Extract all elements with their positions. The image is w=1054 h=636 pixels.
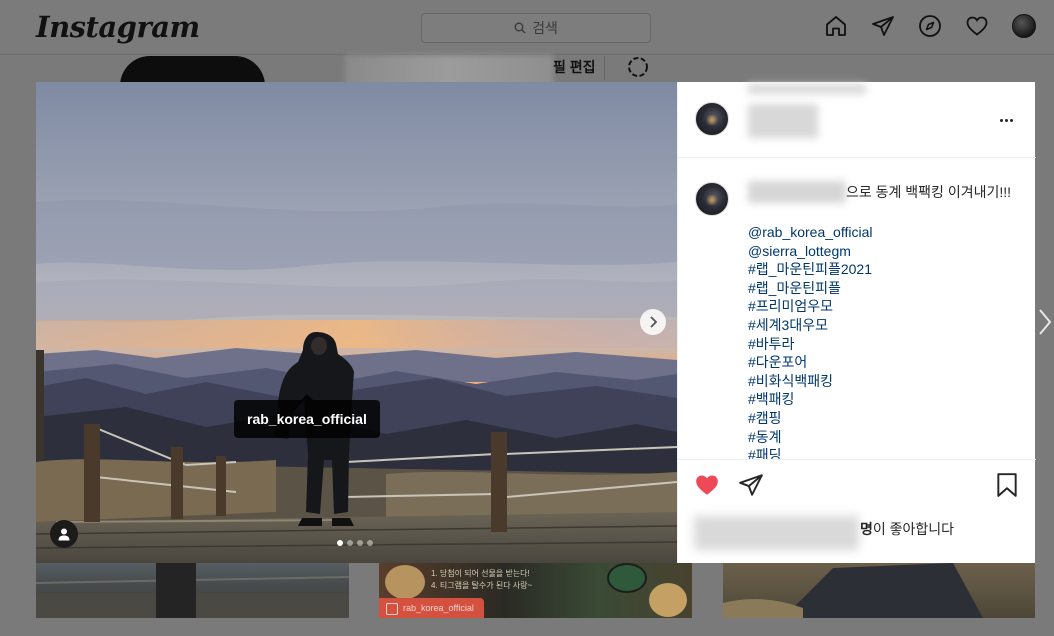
grid-thumbnail-2[interactable]: 1. 당첨이 되어 선물을 받는다! 4. 티그램을 탈수가 된다 사랑~ ra… — [379, 563, 692, 618]
thumbnail-3-image — [723, 563, 983, 618]
caption-text-visible: 으로 동계 백팩킹 이겨내기!!! — [846, 184, 1012, 200]
next-post-arrow-icon[interactable] — [1038, 308, 1052, 336]
caption-hashtag[interactable]: #동계 — [748, 428, 872, 447]
search-input[interactable]: 검색 — [421, 13, 651, 43]
caption-mention[interactable]: @sierra_lottegm — [748, 242, 872, 261]
caption-hashtag[interactable]: #프리미엄우모 — [748, 297, 872, 316]
carousel-next-button[interactable] — [640, 309, 666, 335]
caption-tags: @rab_korea_official @sierra_lottegm #랩_마… — [748, 223, 872, 459]
likes-count-word: 명 — [860, 521, 873, 537]
search-icon — [514, 22, 526, 34]
carousel-dot — [357, 540, 363, 546]
edit-profile-button[interactable]: 필 편집 — [545, 56, 605, 80]
settings-gear-icon[interactable] — [624, 53, 652, 81]
home-icon[interactable] — [824, 14, 848, 38]
top-navigation-bar: Instagram 검색 — [0, 0, 1054, 55]
blurred-username — [748, 82, 866, 142]
carousel-indicator — [337, 540, 373, 546]
like-heart-icon[interactable] — [694, 472, 720, 498]
likes-suffix: 이 좋아합니다 — [872, 521, 955, 537]
more-options-dot — [1010, 118, 1013, 122]
thumbnail-2-decoration — [385, 565, 425, 599]
caption-hashtag[interactable]: #다운포어 — [748, 353, 872, 372]
user-icon — [58, 528, 70, 541]
caption-author-avatar[interactable] — [695, 182, 729, 216]
grid-thumbnail-1[interactable] — [36, 563, 349, 618]
caption-hashtag[interactable]: #비화식백패킹 — [748, 372, 872, 391]
caption-hashtag[interactable]: #세계3대우모 — [748, 316, 872, 335]
blurred-username-part — [748, 104, 818, 138]
post-header — [678, 82, 1036, 158]
bookmark-icon[interactable] — [994, 472, 1020, 498]
grid-thumbnail-3[interactable] — [723, 563, 1035, 618]
post-side-panel: 으로 동계 백팩킹 이겨내기!!! @rab_korea_official @s… — [677, 82, 1036, 563]
tagged-users-button[interactable] — [50, 520, 78, 548]
blurred-username-part — [748, 84, 866, 94]
thumbnail-2-text-line: 1. 당첨이 되어 선물을 받는다! — [431, 569, 530, 578]
instagram-logo[interactable]: Instagram — [36, 10, 200, 44]
thumbnail-1-image — [36, 563, 349, 618]
share-icon[interactable] — [738, 472, 764, 498]
search-placeholder: 검색 — [532, 20, 558, 36]
caption-mention[interactable]: @rab_korea_official — [748, 223, 872, 242]
author-avatar[interactable] — [695, 102, 729, 136]
explore-icon[interactable] — [918, 14, 942, 38]
direct-icon[interactable] — [871, 14, 895, 38]
thumbnail-2-decoration — [649, 583, 687, 617]
caption-hashtag[interactable]: #랩_마운틴피플 — [748, 279, 872, 298]
photo-user-tag[interactable]: rab_korea_official — [234, 394, 380, 438]
caption-hashtag[interactable]: #캠핑 — [748, 409, 872, 428]
chevron-right-icon — [650, 316, 658, 328]
thumbnail-2-text-line: 4. 티그램을 탈수가 된다 사랑~ — [431, 581, 533, 590]
likes-summary[interactable]: 명이 좋아합니다 — [694, 512, 1024, 552]
blurred-liker-names — [694, 516, 859, 550]
photo-scene — [36, 82, 677, 563]
post-actions: 명이 좋아합니다 — [678, 459, 1036, 563]
profile-avatar[interactable] — [1012, 14, 1036, 38]
nav-icons — [824, 14, 1036, 38]
more-options-dot — [1005, 118, 1008, 122]
thumbnail-2-decoration — [607, 563, 647, 593]
caption-hashtag[interactable]: #랩_마운틴피플2021 — [748, 260, 872, 279]
post-caption: 으로 동계 백팩킹 이겨내기!!! @rab_korea_official @s… — [678, 159, 1036, 459]
thumbnail-2-tag: rab_korea_official — [379, 598, 484, 618]
likes-text: 명이 좋아합니다 — [860, 519, 954, 539]
carousel-dot — [337, 540, 343, 546]
activity-heart-icon[interactable] — [965, 14, 989, 38]
thumbnail-2-text: 1. 당첨이 되어 선물을 받는다! 4. 티그램을 탈수가 된다 사랑~ — [431, 568, 532, 592]
carousel-dot — [367, 540, 373, 546]
caption-hashtag[interactable]: #바투라 — [748, 335, 872, 354]
more-options-dot — [1000, 118, 1003, 122]
caption-text: 으로 동계 백팩킹 이겨내기!!! — [748, 183, 1018, 202]
caption-hashtag[interactable]: #패딩 — [748, 446, 872, 459]
more-options-icon[interactable] — [1000, 112, 1020, 128]
post-modal: rab_korea_official 으로 동계 백팩킹 이겨내기!!! @ra… — [36, 82, 1036, 563]
post-photo[interactable]: rab_korea_official — [36, 82, 677, 563]
caption-hashtag[interactable]: #백패킹 — [748, 390, 872, 409]
carousel-dot — [347, 540, 353, 546]
